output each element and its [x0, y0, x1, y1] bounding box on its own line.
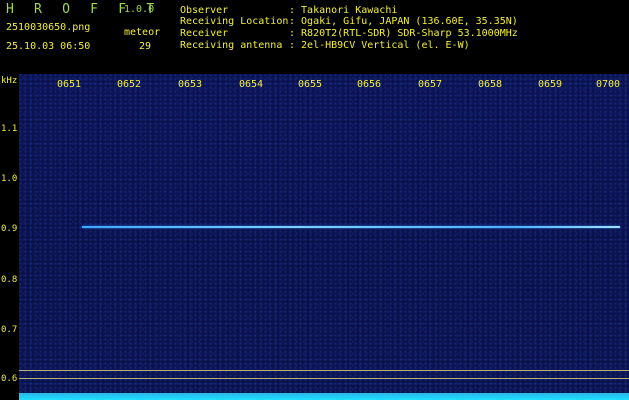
time-tick-0652: 0652: [117, 79, 142, 90]
antenna-label: Receiving antenna: [180, 40, 283, 51]
noise-baseline-strip: [19, 393, 629, 400]
observer-value: : Takanori Kawachi: [289, 5, 398, 16]
file-name: 2510030650.png: [6, 22, 91, 33]
freq-tick-0.8: 0.8: [1, 275, 18, 285]
time-tick-0653: 0653: [178, 79, 203, 90]
reference-line-lower: [19, 378, 629, 379]
receiver-value: : R820T2(RTL-SDR) SDR-Sharp 53.1000MHz: [289, 28, 518, 39]
time-tick-0654: 0654: [239, 79, 264, 90]
freq-tick-1.0: 1.0: [1, 174, 18, 184]
freq-tick-1.1: 1.1: [1, 124, 18, 134]
location-label: Receiving Location: [180, 16, 289, 27]
carrier-signal-trace: [82, 226, 620, 228]
time-tick-0651: 0651: [57, 79, 82, 90]
time-tick-0655: 0655: [298, 79, 323, 90]
app-version: 1.0.0: [124, 4, 155, 15]
freq-tick-0.7: 0.7: [1, 325, 18, 335]
time-tick-0657: 0657: [418, 79, 443, 90]
receiver-label: Receiver: [180, 28, 229, 39]
observer-label: Observer: [180, 5, 229, 16]
antenna-value: : 2el-HB9CV Vertical (el. E-W): [289, 40, 470, 51]
meteor-count: 29: [139, 41, 152, 52]
freq-tick-0.9: 0.9: [1, 224, 18, 234]
time-tick-0658: 0658: [478, 79, 503, 90]
time-tick-0656: 0656: [357, 79, 382, 90]
frequency-unit-label: kHz: [1, 76, 18, 86]
time-tick-0659: 0659: [538, 79, 563, 90]
header-panel: H R O F F T 1.0.0 2510030650.png meteor …: [0, 0, 629, 74]
location-value: : Ogaki, Gifu, JAPAN (136.60E, 35.35N): [289, 16, 518, 27]
freq-tick-0.6: 0.6: [1, 374, 18, 384]
time-tick-0700: 0700: [596, 79, 621, 90]
date-time: 25.10.03 06:50: [6, 41, 91, 52]
spectrogram-plot: [19, 74, 629, 400]
reference-line-upper: [19, 370, 629, 371]
meteor-label: meteor: [124, 27, 161, 38]
